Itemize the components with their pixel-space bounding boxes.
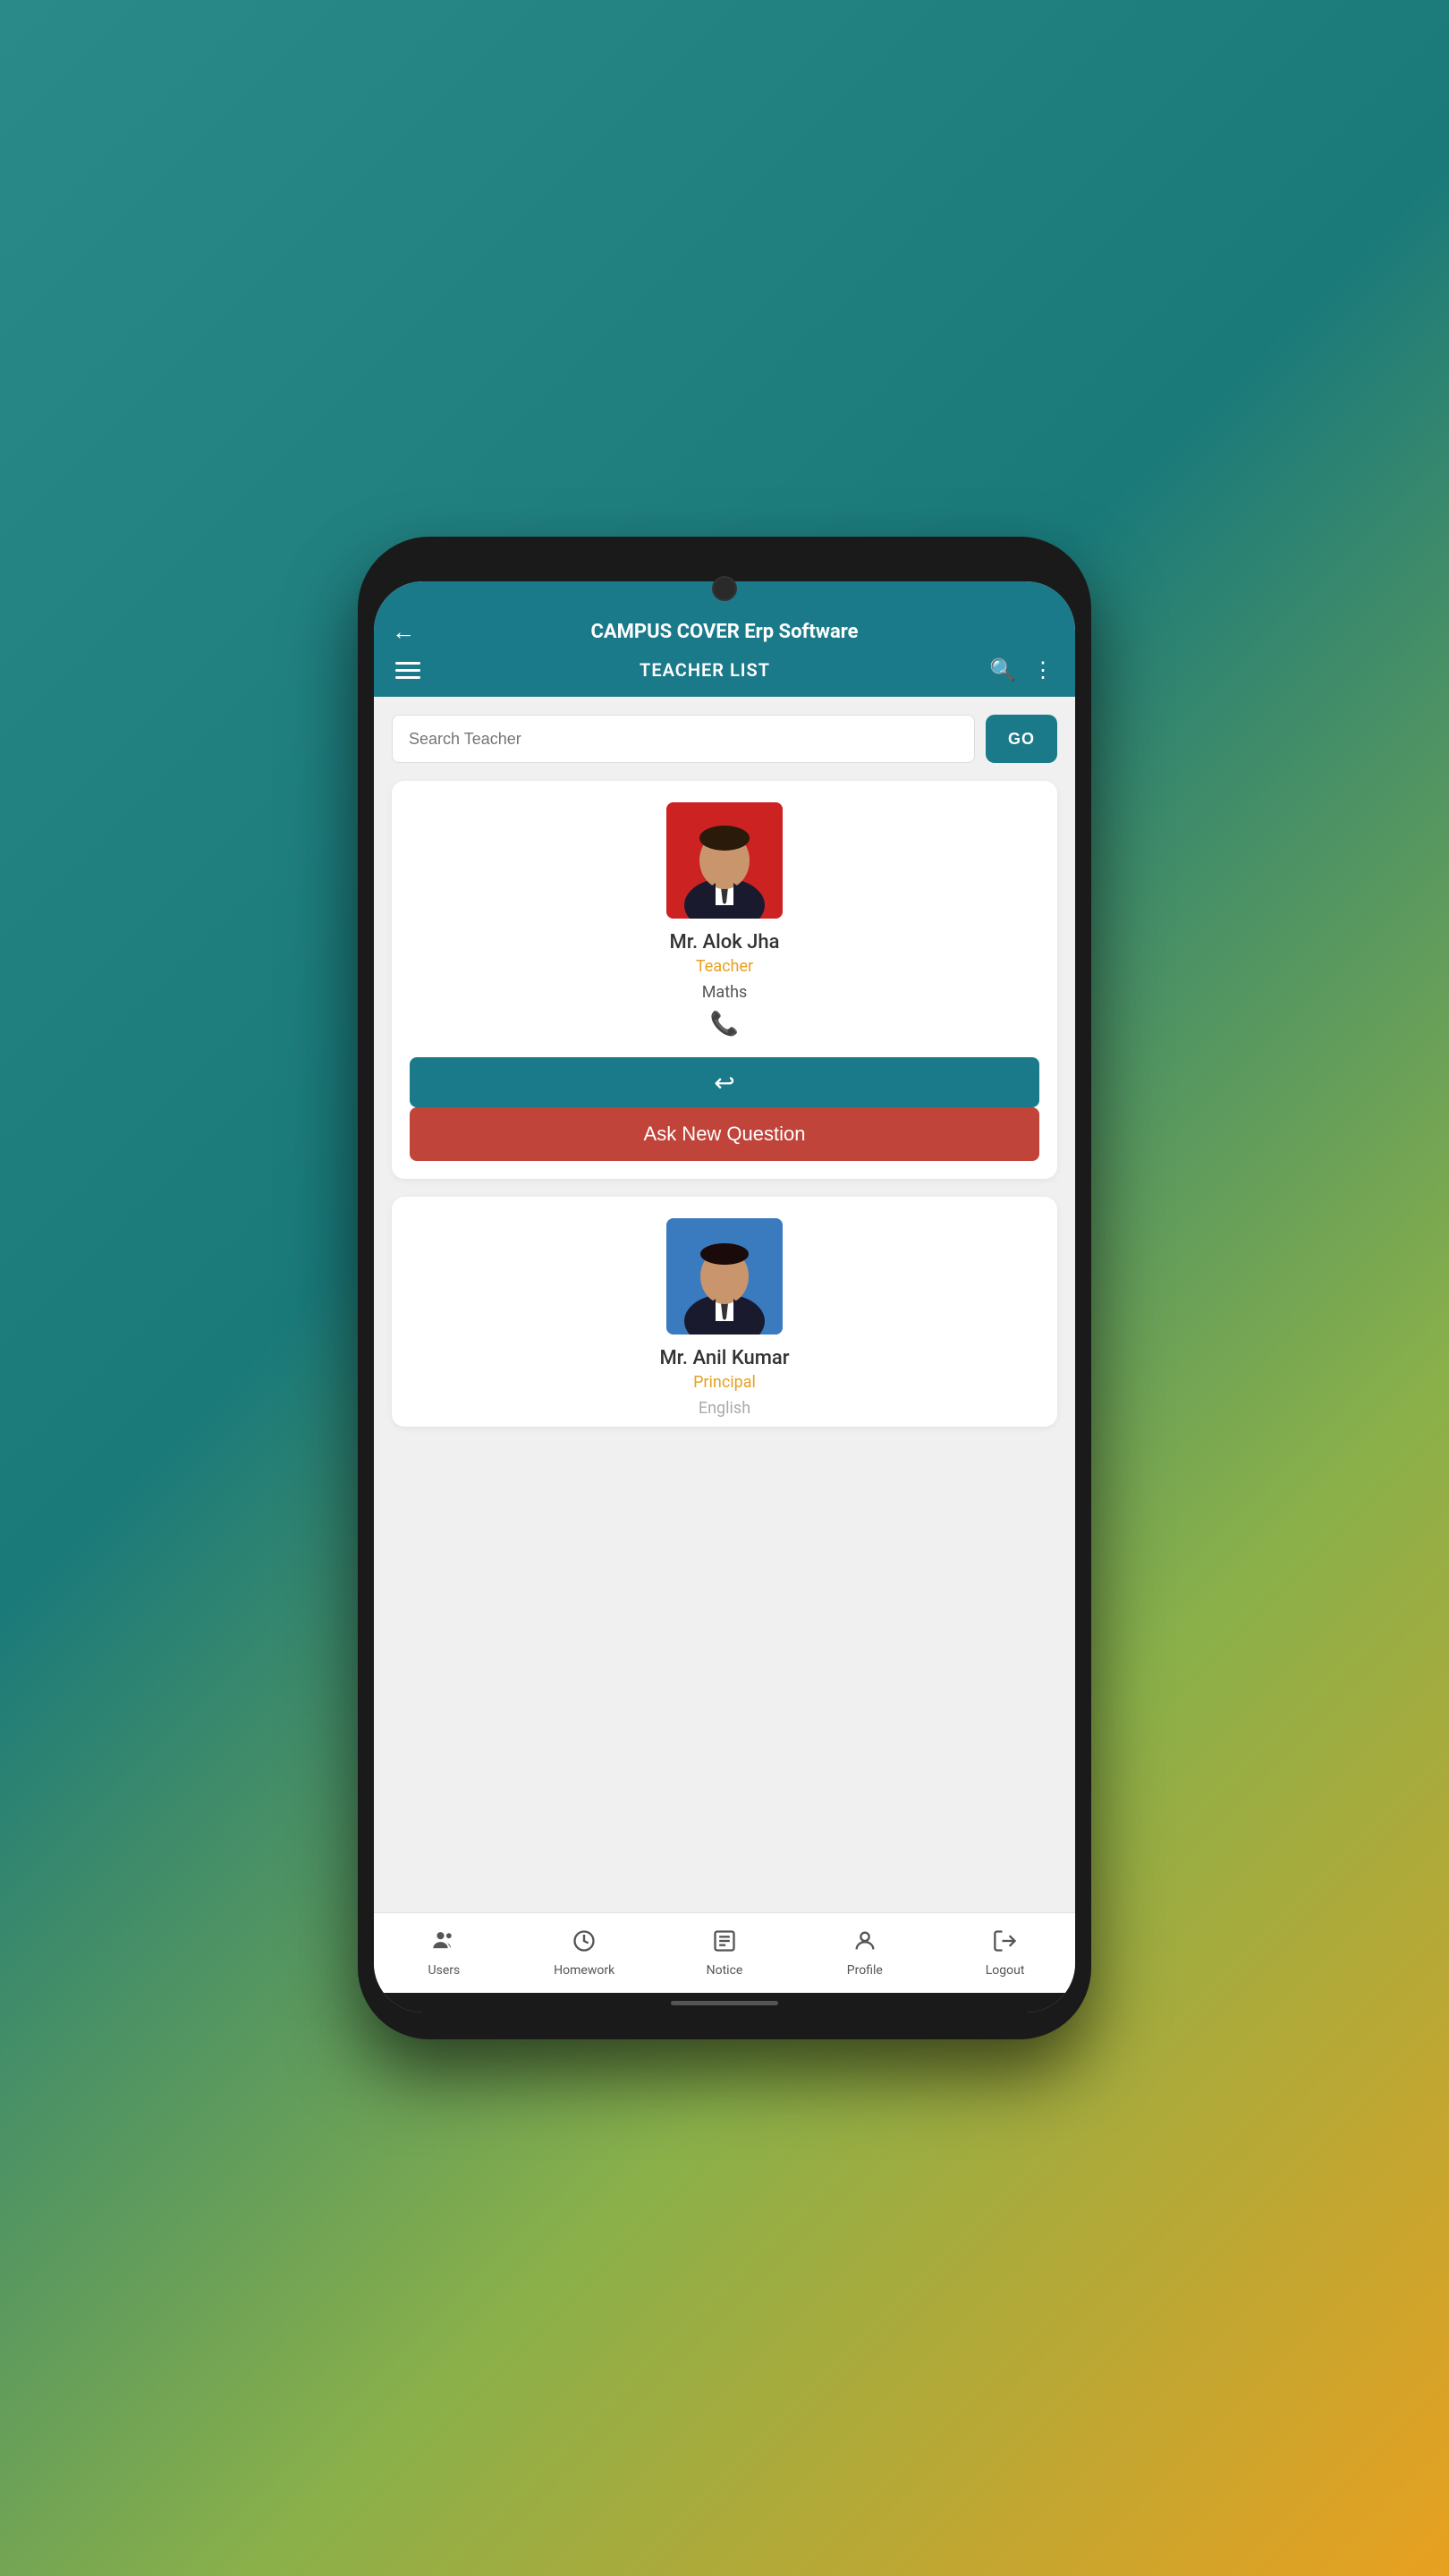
content-area: GO <box>374 697 1075 1912</box>
nav-label-notice: Notice <box>707 1963 743 1978</box>
ask-question-button-1[interactable]: Ask New Question <box>410 1107 1039 1161</box>
nav-item-users[interactable]: Users <box>374 1928 514 1978</box>
toolbar: TEACHER LIST 🔍 ⋮ <box>374 652 1075 697</box>
nav-item-homework[interactable]: Homework <box>514 1928 655 1978</box>
hamburger-line-1 <box>395 662 420 665</box>
teacher-avatar-1 <box>666 802 783 919</box>
teacher-2-role: Principal <box>693 1373 756 1392</box>
nav-label-homework: Homework <box>554 1963 614 1978</box>
search-input[interactable] <box>392 715 975 763</box>
go-button[interactable]: GO <box>986 715 1057 763</box>
users-icon <box>431 1928 456 1960</box>
logout-icon <box>993 1928 1018 1960</box>
back-button[interactable]: ← <box>392 618 415 646</box>
phone-icon[interactable]: 📞 <box>710 1011 739 1038</box>
camera <box>712 576 737 601</box>
notice-icon <box>712 1928 737 1960</box>
teacher-1-subject: Maths <box>702 983 748 1002</box>
phone-frame: ← CAMPUS COVER Erp Software TEACHER LIST… <box>358 537 1091 2039</box>
teacher-2-subject: English <box>699 1399 750 1418</box>
nav-label-users: Users <box>428 1963 461 1978</box>
nav-label-logout: Logout <box>986 1963 1025 1978</box>
hamburger-line-3 <box>395 676 420 679</box>
reply-icon: ↩ <box>714 1068 734 1097</box>
search-row: GO <box>392 715 1057 763</box>
nav-item-logout[interactable]: Logout <box>935 1928 1075 1978</box>
toolbar-title: TEACHER LIST <box>640 659 770 681</box>
teacher-card-1: Mr. Alok Jha Teacher Maths 📞 ↩ Ask New Q… <box>392 781 1057 1179</box>
app-header: ← CAMPUS COVER Erp Software <box>374 608 1075 652</box>
reply-button-1[interactable]: ↩ <box>410 1057 1039 1107</box>
teacher-1-role: Teacher <box>696 957 753 976</box>
nav-item-profile[interactable]: Profile <box>794 1928 935 1978</box>
card-actions-1: ↩ Ask New Question <box>410 1057 1039 1179</box>
homework-icon <box>572 1928 597 1960</box>
search-icon[interactable]: 🔍 <box>989 657 1016 682</box>
bottom-nav: Users Homework <box>374 1912 1075 1993</box>
phone-screen: ← CAMPUS COVER Erp Software TEACHER LIST… <box>374 581 1075 2012</box>
home-bar <box>671 2001 778 2005</box>
teacher-1-name: Mr. Alok Jha <box>669 931 779 953</box>
app-title: CAMPUS COVER Erp Software <box>591 621 859 643</box>
home-indicator <box>374 1993 1075 2012</box>
teacher-card-2: Mr. Anil Kumar Principal English <box>392 1197 1057 1427</box>
teacher-avatar-2 <box>666 1218 783 1335</box>
hamburger-menu[interactable] <box>395 662 420 679</box>
toolbar-icons: 🔍 ⋮ <box>989 657 1054 682</box>
hamburger-line-2 <box>395 669 420 672</box>
teacher-2-name: Mr. Anil Kumar <box>659 1347 789 1369</box>
nav-item-notice[interactable]: Notice <box>655 1928 795 1978</box>
nav-label-profile: Profile <box>847 1963 883 1978</box>
profile-icon <box>852 1928 877 1960</box>
more-options-icon[interactable]: ⋮ <box>1032 657 1054 682</box>
